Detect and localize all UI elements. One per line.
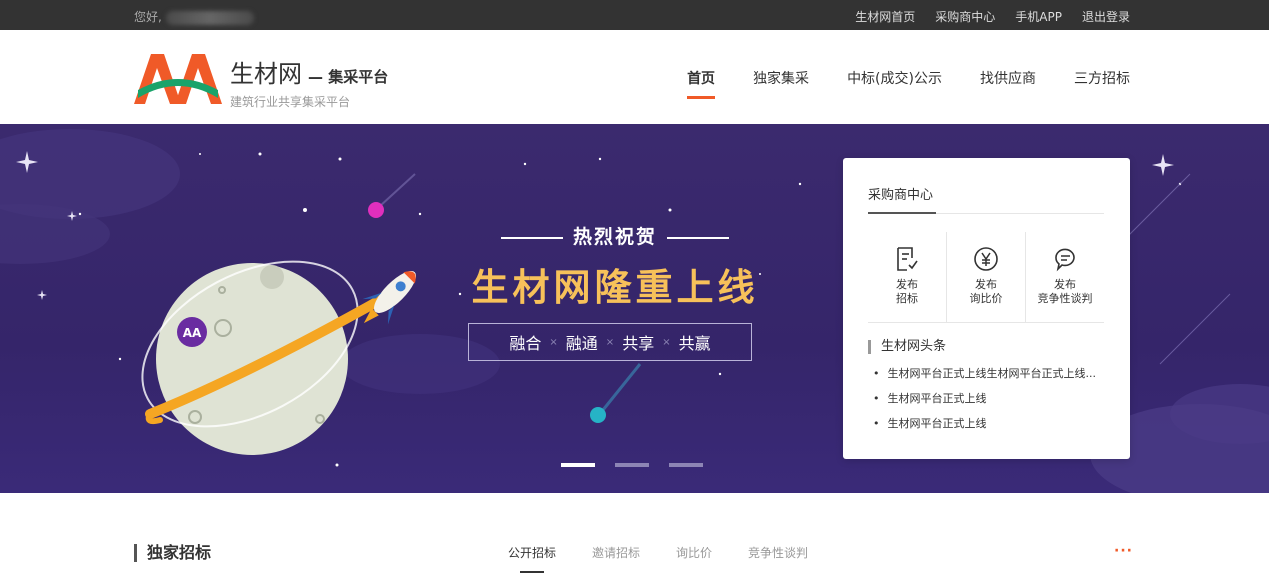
nav-home[interactable]: 首页	[687, 68, 716, 99]
motto-4: 共赢	[678, 334, 711, 353]
motto-2: 融通	[565, 334, 598, 353]
greeting-text: 您好,	[134, 10, 162, 24]
main-nav: 首页 独家集采 中标(成交)公示 找供应商 三方招标	[687, 68, 1130, 99]
card-actions: 发布 招标 发布 询比价 发布 竞争性谈判	[868, 232, 1104, 322]
header: 生材网 — 集采平台 建筑行业共享集采平台 首页 独家集采 中标(成交)公示 找供…	[0, 30, 1269, 124]
carousel-dot-1[interactable]	[561, 463, 595, 467]
link-buyer-center[interactable]: 采购商中心	[935, 8, 995, 25]
tab-public-tender[interactable]: 公开招标	[508, 544, 556, 573]
card-title: 采购商中心	[868, 188, 934, 203]
banner-headline: 热烈祝贺 生材网隆重上线	[460, 222, 770, 311]
carousel-indicators	[561, 463, 703, 467]
chat-icon	[1055, 248, 1075, 272]
brand: 生材网 — 集采平台 建筑行业共享集采平台	[230, 54, 388, 110]
action-line2: 询比价	[969, 292, 1003, 305]
document-icon	[897, 247, 918, 271]
exclusive-tender-section: 独家招标 公开招标 邀请招标 询比价 竞争性谈判 ···	[0, 493, 1269, 581]
carousel-dot-2[interactable]	[615, 463, 649, 467]
yen-icon	[974, 247, 998, 271]
tab-competitive-negotiation[interactable]: 竞争性谈判	[748, 544, 808, 561]
publish-negotiation-button[interactable]: 发布 竞争性谈判	[1026, 232, 1104, 322]
action-line1: 发布	[975, 278, 997, 291]
nav-award-notice[interactable]: 中标(成交)公示	[847, 68, 942, 88]
logo-icon[interactable]	[134, 54, 222, 104]
link-home[interactable]: 生材网首页	[855, 8, 915, 25]
news-item[interactable]: 生材网平台正式上线	[873, 391, 1105, 416]
link-logout[interactable]: 退出登录	[1082, 8, 1130, 25]
tab-invited-tender[interactable]: 邀请招标	[592, 544, 640, 561]
card-divider	[868, 322, 1104, 323]
nav-find-supplier[interactable]: 找供应商	[980, 68, 1036, 88]
banner-congrats: 热烈祝贺	[460, 222, 770, 249]
more-icon[interactable]: ···	[1114, 543, 1133, 559]
brand-slogan: 建筑行业共享集采平台	[230, 95, 351, 109]
action-line2: 招标	[896, 292, 918, 305]
tab-price-inquiry[interactable]: 询比价	[676, 544, 712, 561]
link-mobile-app[interactable]: 手机APP	[1015, 8, 1062, 25]
banner-title: 生材网隆重上线	[471, 266, 759, 309]
top-bar: 您好, 生材网首页 采购商中心 手机APP 退出登录	[0, 0, 1269, 30]
nav-exclusive-purchase[interactable]: 独家集采	[753, 68, 809, 88]
nav-third-party-tender[interactable]: 三方招标	[1074, 68, 1130, 88]
carousel-dot-3[interactable]	[669, 463, 703, 467]
motto-separator: ×	[605, 336, 615, 348]
moon-badge-text: AA	[183, 326, 202, 340]
brand-sub: — 集采平台	[308, 68, 389, 86]
action-line1: 发布	[1054, 278, 1076, 291]
username-blurred	[165, 10, 254, 25]
news-title: 生材网头条	[868, 340, 946, 354]
news-item[interactable]: 生材网平台正式上线生材网平台正式上线...	[873, 366, 1105, 391]
section-title: 独家招标	[134, 544, 211, 562]
action-line2: 竞争性谈判	[1037, 292, 1093, 305]
motto-3: 共享	[622, 334, 655, 353]
news-item[interactable]: 生材网平台正式上线	[873, 416, 1105, 441]
section-tabs: 公开招标 邀请招标 询比价 竞争性谈判	[508, 544, 808, 573]
brand-name: 生材网	[230, 60, 302, 88]
banner-motto: 融合 × 融通 × 共享 × 共赢	[468, 323, 752, 361]
motto-separator: ×	[662, 336, 671, 348]
publish-inquiry-button[interactable]: 发布 询比价	[947, 232, 1026, 322]
motto-1: 融合	[509, 334, 542, 353]
motto-separator: ×	[549, 336, 558, 348]
top-links: 生材网首页 采购商中心 手机APP 退出登录	[855, 8, 1130, 25]
publish-tender-button[interactable]: 发布 招标	[868, 232, 947, 322]
news-list: 生材网平台正式上线生材网平台正式上线... 生材网平台正式上线 生材网平台正式上…	[873, 366, 1105, 441]
greeting: 您好,	[134, 8, 254, 25]
buyer-center-card: 采购商中心 发布 招标 发布 询比价 发布 竞争性谈判 生材网头条 生材网平台正…	[843, 158, 1130, 459]
card-title-underline	[868, 212, 1104, 214]
action-line1: 发布	[896, 278, 918, 291]
